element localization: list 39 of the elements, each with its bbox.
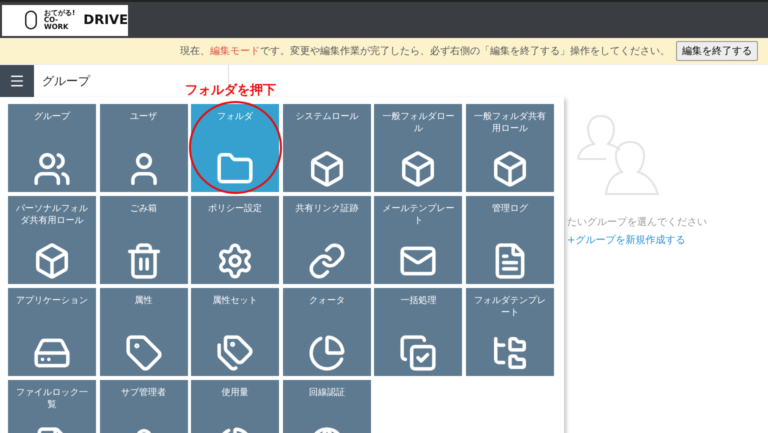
end-edit-button[interactable]: 編集を終了する bbox=[676, 41, 758, 61]
menu-tile[interactable]: 属性セット bbox=[191, 288, 280, 376]
sidebar-title: グループ bbox=[42, 72, 90, 90]
cube-icon bbox=[33, 242, 71, 280]
menu-tile[interactable]: 一般フォルダロール bbox=[374, 104, 462, 192]
menu-tile[interactable]: 管理ログ bbox=[466, 196, 554, 284]
menu-tile[interactable]: システムロール bbox=[282, 104, 371, 192]
menu-tile[interactable]: 使用量 bbox=[191, 380, 280, 433]
annotation-text: フォルダを押下 bbox=[185, 82, 276, 99]
menu-tile[interactable]: サブ管理者 bbox=[100, 380, 188, 433]
tags-icon bbox=[216, 334, 254, 372]
menu-tile[interactable]: ごみ箱 bbox=[100, 196, 188, 284]
users-icon bbox=[33, 150, 71, 188]
menu-tile[interactable]: クォータ bbox=[282, 288, 371, 376]
checked-copies-icon bbox=[399, 334, 438, 372]
create-group-link[interactable]: +グループを新規作成する bbox=[567, 233, 686, 247]
menu-tile[interactable]: ファイルロック一覧 bbox=[8, 380, 96, 433]
menu-tile[interactable]: パーソナルフォルダ共有用ロール bbox=[8, 196, 96, 284]
tag-icon bbox=[124, 334, 163, 372]
menu-tile[interactable]: ユーザ bbox=[100, 104, 188, 192]
menu-tile[interactable]: 共有リンク証跡 bbox=[282, 196, 371, 284]
menu-icon bbox=[9, 73, 25, 89]
users-placeholder-icon bbox=[577, 115, 659, 195]
menu-tile[interactable]: グループ bbox=[8, 104, 96, 192]
link-icon bbox=[308, 242, 346, 280]
menu-tile[interactable]: アプリケーション bbox=[8, 288, 96, 376]
menu-button[interactable] bbox=[0, 65, 34, 97]
menu-tile[interactable]: ポリシー設定 bbox=[191, 196, 280, 284]
logo-mark-icon bbox=[24, 8, 38, 32]
menu-tile[interactable]: フォルダテンプレート bbox=[466, 288, 554, 376]
menu-tile[interactable]: 一括処理 bbox=[374, 288, 462, 376]
edit-mode-notice: 現在、編集モードです。変更や編集作業が完了したら、必ず右側の「編集を終了する」操作をしてください。 bbox=[180, 44, 670, 58]
menu-tile[interactable]: 属性 bbox=[100, 288, 188, 376]
menu-tile[interactable]: フォルダ bbox=[191, 104, 280, 192]
menu-tile[interactable]: 回線認証 bbox=[282, 380, 371, 433]
menu-tile[interactable]: メールテンプレート bbox=[374, 196, 462, 284]
empty-message: たいグループを選んでください bbox=[567, 216, 707, 229]
logo-name: DRIVE bbox=[83, 12, 128, 28]
menu-tile[interactable]: 一般フォルダ共有用ロール bbox=[466, 104, 554, 192]
